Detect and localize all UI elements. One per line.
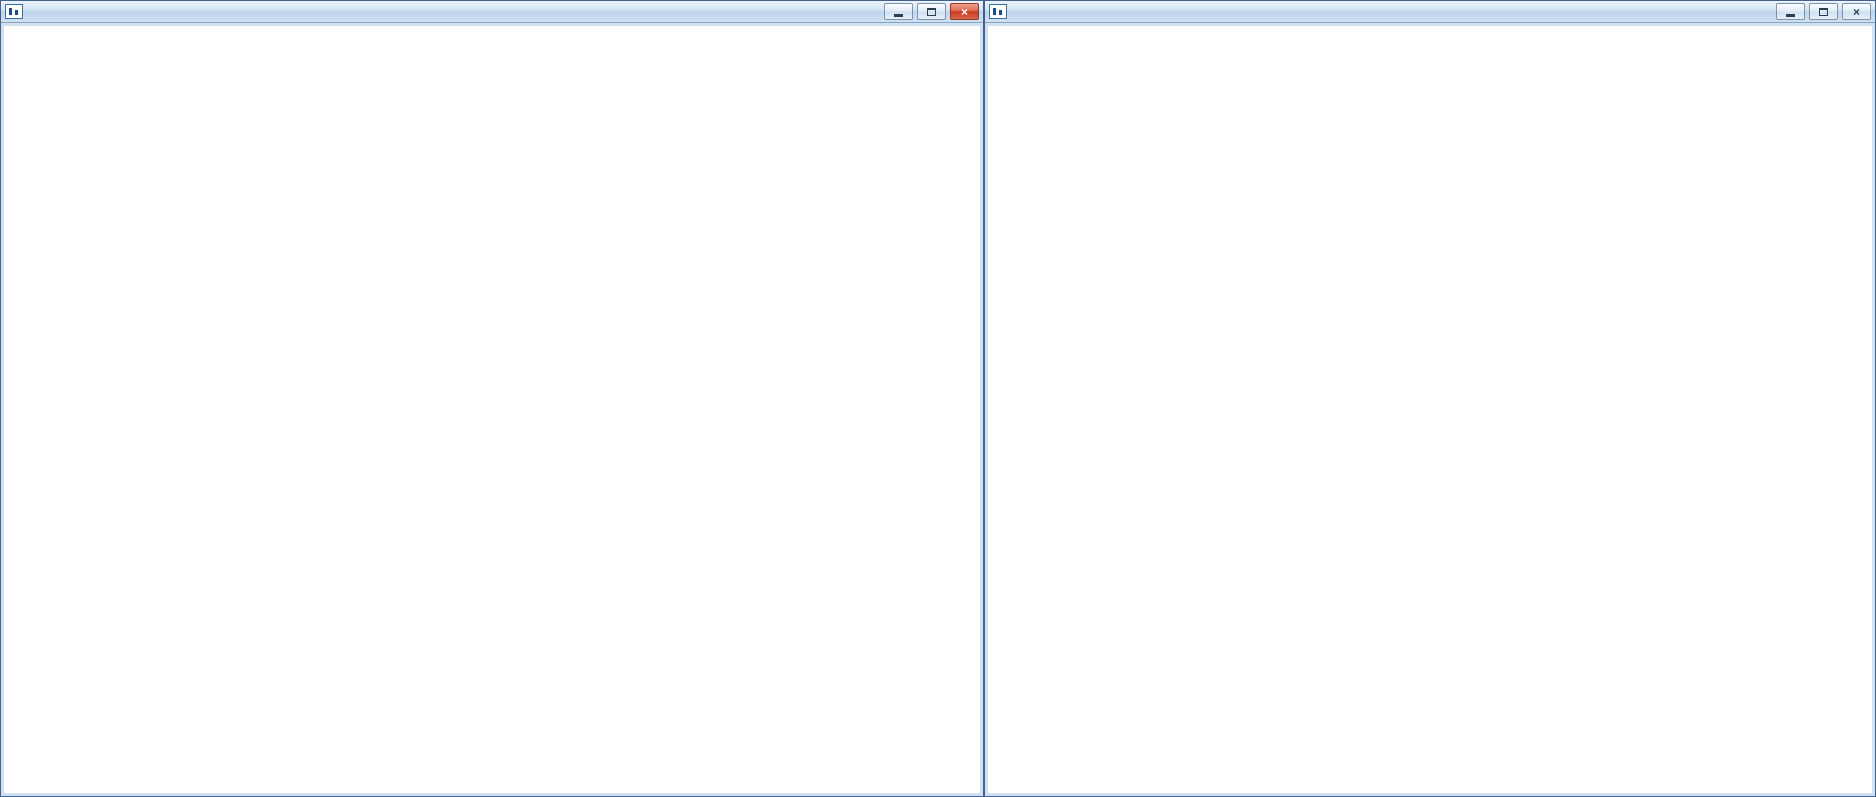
minimize-icon [1786, 13, 1795, 17]
chart-window-gbpusd-h4: × [0, 0, 984, 797]
restore-button[interactable] [1809, 3, 1838, 20]
chart-window-icon [989, 4, 1007, 19]
close-icon: × [1852, 4, 1860, 19]
minimize-button[interactable] [884, 3, 913, 20]
maximize-icon [927, 7, 936, 16]
window-titlebar[interactable]: × [985, 1, 1875, 23]
minimize-icon [894, 13, 903, 17]
h4-chart-canvas[interactable] [1, 23, 985, 797]
chart-legend [13, 33, 25, 45]
daily-chart-canvas[interactable] [985, 23, 1876, 797]
close-button[interactable]: × [1842, 3, 1871, 20]
minimize-button[interactable] [1776, 3, 1805, 20]
close-button[interactable]: × [950, 3, 979, 20]
chart-window-gbpusd-daily: × [984, 0, 1876, 797]
restore-icon [1819, 7, 1828, 16]
window-titlebar[interactable]: × [1, 1, 983, 23]
maximize-button[interactable] [917, 3, 946, 20]
chart-window-icon [5, 4, 23, 19]
close-icon: × [960, 4, 968, 19]
chart-legend [997, 33, 1009, 45]
metatrader-workspace: { "colors":{ "level_green_line":"#7fe07f… [0, 0, 1876, 797]
chart-client-area[interactable] [985, 23, 1875, 796]
chart-client-area[interactable] [1, 23, 983, 796]
